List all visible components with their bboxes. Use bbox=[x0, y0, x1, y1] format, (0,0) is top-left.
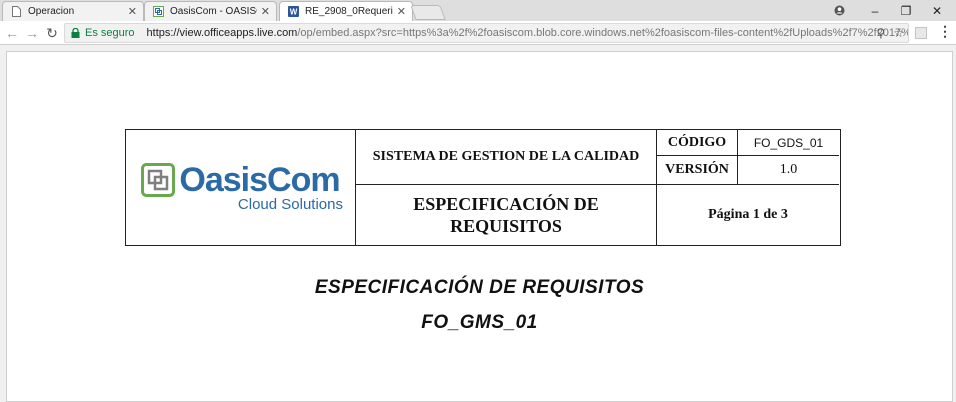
restore-button[interactable]: ❐ bbox=[891, 0, 921, 21]
doc-type-line2: REQUISITOS bbox=[450, 216, 562, 236]
back-arrow-icon[interactable]: ← bbox=[2, 23, 22, 43]
document-code: FO_GMS_01 bbox=[421, 312, 538, 333]
page-number: Página 1 de 3 bbox=[708, 207, 788, 222]
document-viewer: OasisCom Cloud Solutions SISTEMA DE GEST… bbox=[0, 45, 956, 402]
account-icon[interactable] bbox=[824, 0, 854, 21]
oasiscom-logo: OasisCom bbox=[141, 161, 341, 199]
tab-operacion[interactable]: Operacion ✕ bbox=[2, 1, 144, 21]
version-label: VERSIÓN bbox=[657, 156, 738, 185]
document-title: ESPECIFICACIÓN DE REQUISITOS bbox=[314, 277, 645, 298]
tab-requerimiento[interactable]: W RE_2908_0Requerimiento ✕ bbox=[279, 1, 413, 21]
url-host: https://view.officeapps.live.com bbox=[146, 27, 298, 39]
logo-tagline: Cloud Solutions bbox=[237, 196, 343, 213]
close-tab-icon[interactable]: ✕ bbox=[261, 5, 270, 18]
lock-icon bbox=[71, 28, 80, 38]
minimize-button[interactable]: – bbox=[860, 0, 890, 21]
system-title: SISTEMA DE GESTION DE LA CALIDAD bbox=[356, 130, 657, 185]
logo-mark-icon bbox=[141, 163, 176, 197]
tab-strip: Operacion ✕ OasisCom - OASISCOM S ✕ W RE… bbox=[0, 0, 956, 21]
bookmark-star-icon[interactable]: ☆ bbox=[893, 26, 904, 40]
doc-type: ESPECIFICACIÓN DE REQUISITOS bbox=[356, 185, 657, 245]
svg-text:W: W bbox=[290, 8, 298, 17]
address-bar[interactable]: Es seguro https://view.officeapps.live.c… bbox=[64, 23, 909, 43]
document-header-table: OasisCom Cloud Solutions SISTEMA DE GEST… bbox=[125, 129, 841, 246]
word-doc-icon: W bbox=[288, 6, 299, 18]
version-value: 1.0 bbox=[738, 156, 839, 185]
zoom-icon[interactable]: ⚲ bbox=[876, 26, 885, 40]
reload-icon[interactable]: ↻ bbox=[42, 23, 62, 43]
logo-cell: OasisCom Cloud Solutions bbox=[126, 130, 356, 245]
secure-label: Es seguro bbox=[85, 27, 135, 39]
page-icon bbox=[11, 6, 22, 18]
codigo-value: FO_GDS_01 bbox=[738, 130, 839, 156]
tab-label: Operacion bbox=[28, 6, 75, 17]
oasiscom-favicon-icon bbox=[153, 6, 164, 18]
omnibox-icons: ⚲ ☆ bbox=[876, 26, 904, 40]
tab-label: OasisCom - OASISCOM S bbox=[170, 6, 257, 17]
tab-label: RE_2908_0Requerimiento bbox=[305, 6, 393, 17]
doc-type-line1: ESPECIFICACIÓN DE bbox=[413, 194, 599, 214]
url-path: /op/embed.aspx?src=https%3a%2f%2foasisco… bbox=[297, 27, 908, 39]
close-window-button[interactable]: ✕ bbox=[922, 0, 952, 21]
tab-oasiscom[interactable]: OasisCom - OASISCOM S ✕ bbox=[144, 1, 277, 21]
document-page: OasisCom Cloud Solutions SISTEMA DE GEST… bbox=[6, 51, 953, 402]
new-tab-button[interactable] bbox=[410, 5, 446, 20]
close-tab-icon[interactable]: ✕ bbox=[397, 5, 406, 18]
close-tab-icon[interactable]: ✕ bbox=[128, 5, 137, 18]
forward-arrow-icon[interactable]: → bbox=[22, 23, 42, 43]
browser-toolbar: ← → ↻ Es seguro https://view.officeapps.… bbox=[0, 21, 956, 45]
extension-icon[interactable] bbox=[915, 27, 927, 39]
logo-wordmark: OasisCom bbox=[179, 161, 340, 199]
codigo-label: CÓDIGO bbox=[657, 130, 738, 156]
menu-icon[interactable]: ⋮ bbox=[938, 23, 952, 40]
